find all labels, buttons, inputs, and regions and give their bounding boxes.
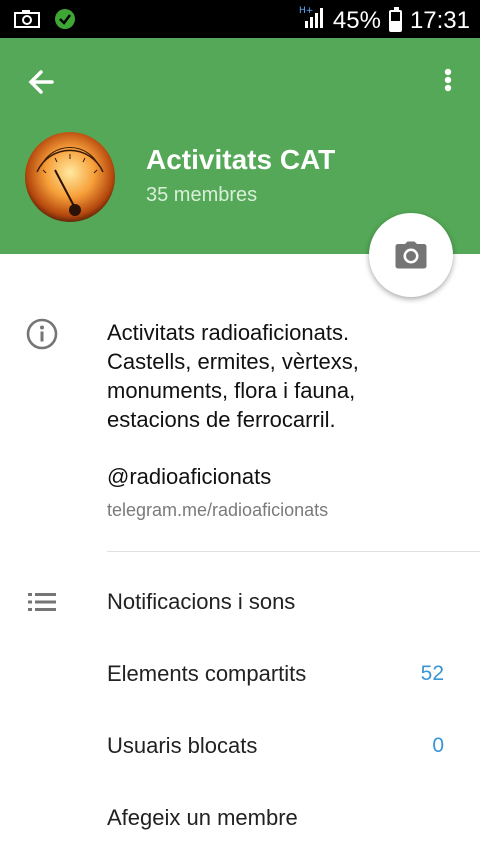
blocked-users-row[interactable]: Usuaris blocats 0: [0, 710, 480, 782]
back-button[interactable]: [22, 62, 62, 102]
screenshot-icon: [14, 9, 40, 34]
description-line: Castells, ermites, vèrtexs,: [107, 349, 359, 374]
battery-percent: 45%: [332, 6, 381, 34]
status-bar: H+ 45% 17:31: [0, 0, 480, 38]
group-avatar[interactable]: [25, 132, 115, 222]
camera-icon: [395, 241, 427, 269]
svg-text:H+: H+: [299, 6, 313, 16]
check-circle-icon: [54, 8, 76, 35]
description-line: estacions de ferrocarril.: [107, 407, 336, 432]
more-options-button[interactable]: [438, 64, 458, 104]
more-vertical-icon: [444, 68, 452, 92]
info-icon: [26, 318, 58, 350]
list-icon: [28, 593, 56, 611]
divider: [107, 551, 480, 552]
clock: 17:31: [409, 6, 470, 34]
description-line: Activitats radioaficionats.: [107, 320, 350, 345]
members-count: 35 membres: [146, 184, 258, 206]
add-member-row[interactable]: Afegeix un membre: [0, 782, 480, 854]
add-member-label: Afegeix un membre: [107, 805, 298, 830]
battery-icon: [388, 6, 402, 32]
description-line: monuments, flora i fauna,: [107, 378, 356, 403]
group-username[interactable]: @radioaficionats: [107, 464, 271, 490]
set-photo-button[interactable]: [369, 213, 453, 297]
blocked-users-label: Usuaris blocats: [107, 733, 258, 758]
blocked-users-count: 0: [432, 734, 444, 757]
shared-media-row[interactable]: Elements compartits 52: [0, 638, 480, 710]
notifications-label: Notificacions i sons: [107, 589, 296, 614]
group-name: Activitats CAT: [146, 144, 336, 175]
group-description: Activitats radioaficionats. Castells, er…: [107, 318, 447, 434]
shared-media-label: Elements compartits: [107, 661, 307, 686]
shared-media-count: 52: [420, 662, 444, 685]
notifications-row[interactable]: Notificacions i sons: [0, 566, 480, 638]
signal-icon: H+: [299, 4, 325, 37]
arrow-left-icon: [28, 70, 54, 94]
group-link[interactable]: telegram.me/radioaficionats: [107, 500, 328, 521]
